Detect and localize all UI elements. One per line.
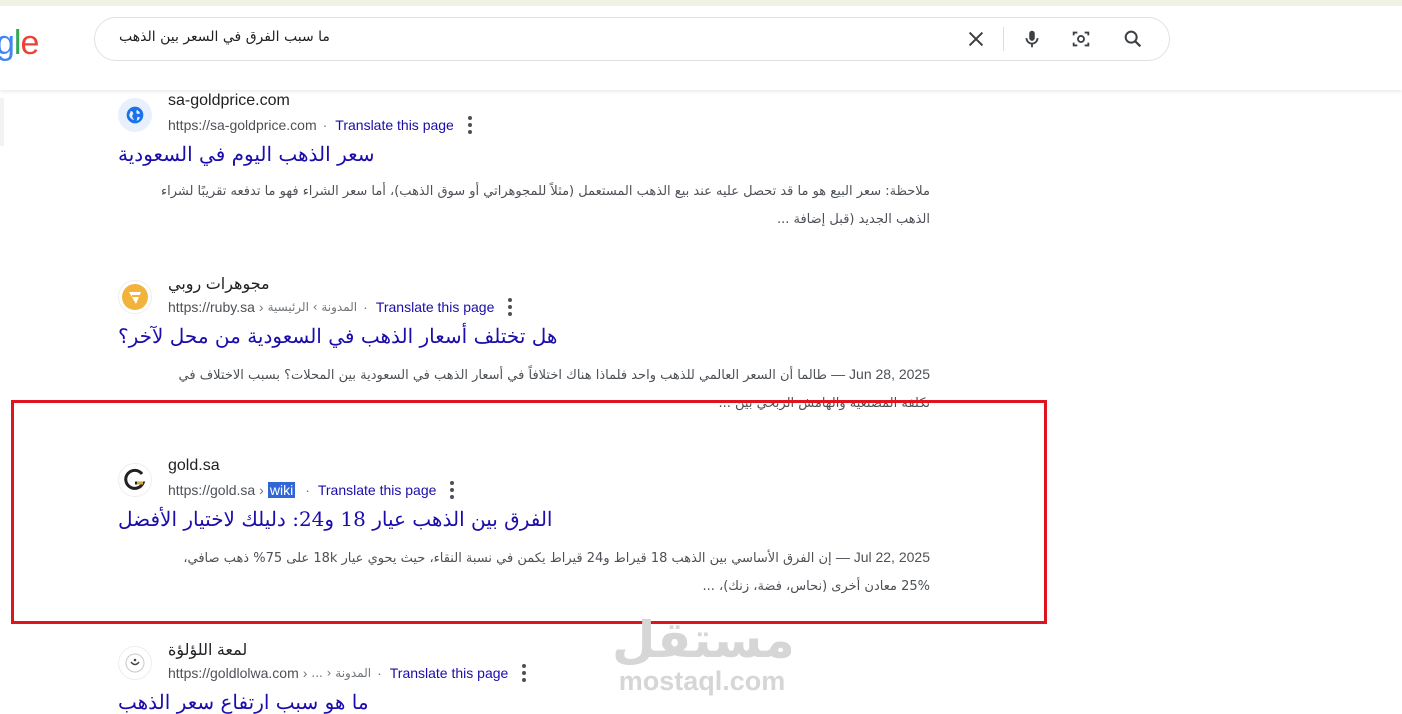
search-header: gle ما سبب الفرق في السعر بين الذهب — [0, 6, 1402, 90]
result-date: Jun 28, 2025 — — [831, 366, 930, 382]
search-input[interactable]: ما سبب الفرق في السعر بين الذهب — [119, 29, 330, 45]
url-line: https://goldlolwa.com › ... › المدونة · … — [168, 664, 527, 682]
clear-icon[interactable] — [965, 28, 987, 50]
site-name[interactable]: مجوهرات روبي — [168, 274, 270, 294]
result-title[interactable]: سعر الذهب اليوم في السعودية — [118, 142, 375, 166]
mostaql-watermark: مستقل mostaql.com — [612, 612, 795, 696]
site-name[interactable]: لمعة اللؤلؤة — [168, 640, 247, 660]
search-icon[interactable] — [1122, 28, 1144, 50]
translate-link[interactable]: Translate this page — [390, 665, 509, 681]
more-options-icon[interactable] — [467, 116, 472, 134]
snippet-line: Jun 28, 2025 — طالما أن السعر العالمي لل… — [118, 360, 930, 390]
snippet-line: الذهب الجديد (قبل إضافة ... — [776, 212, 930, 227]
translate-link[interactable]: Translate this page — [376, 299, 495, 315]
result-title[interactable]: ما هو سبب ارتفاع سعر الذهب — [118, 690, 369, 714]
google-logo[interactable]: gle — [0, 24, 39, 63]
result-title[interactable]: هل تختلف أسعار الذهب في السعودية من محل … — [118, 324, 557, 348]
globe-icon — [118, 98, 152, 132]
result-url[interactable]: https://sa-goldprice.com — [168, 117, 317, 133]
more-options-icon[interactable] — [508, 298, 513, 316]
translate-link[interactable]: Translate this page — [335, 117, 454, 133]
ruby-logo-icon — [118, 280, 152, 314]
lens-camera-icon[interactable] — [1070, 28, 1092, 50]
result-url[interactable]: https://ruby.sa — [168, 299, 255, 315]
more-options-icon[interactable] — [522, 664, 527, 682]
microphone-icon[interactable] — [1021, 28, 1043, 50]
breadcrumb-separator: › — [258, 299, 264, 315]
result-snippet: ملاحظة: سعر البيع هو ما قد تحصل عليه عند… — [118, 178, 930, 234]
url-line: https://ruby.sa › المدونة › الرئيسية · T… — [168, 298, 513, 316]
snippet-text: طالما أن السعر العالمي للذهب واحد فلماذا… — [178, 368, 827, 383]
lolwa-logo-icon — [118, 646, 152, 680]
search-box[interactable]: ما سبب الفرق في السعر بين الذهب — [94, 17, 1170, 61]
search-divider — [1003, 27, 1004, 51]
url-separator: · — [363, 299, 368, 315]
left-edge-tab — [0, 98, 4, 146]
url-line: https://sa-goldprice.com · Translate thi… — [168, 116, 472, 134]
url-separator: · — [377, 665, 382, 681]
watermark-latin: mostaql.com — [618, 666, 786, 696]
highlight-annotation-box — [11, 400, 1047, 624]
breadcrumb: ... › المدونة — [311, 666, 372, 680]
result-url[interactable]: https://goldlolwa.com — [168, 665, 299, 681]
snippet-line: ملاحظة: سعر البيع هو ما قد تحصل عليه عند… — [160, 184, 930, 199]
site-name[interactable]: sa-goldprice.com — [168, 92, 290, 110]
breadcrumb: المدونة › الرئيسية — [267, 300, 358, 314]
breadcrumb-separator: › — [302, 665, 308, 681]
url-separator: · — [322, 117, 328, 133]
